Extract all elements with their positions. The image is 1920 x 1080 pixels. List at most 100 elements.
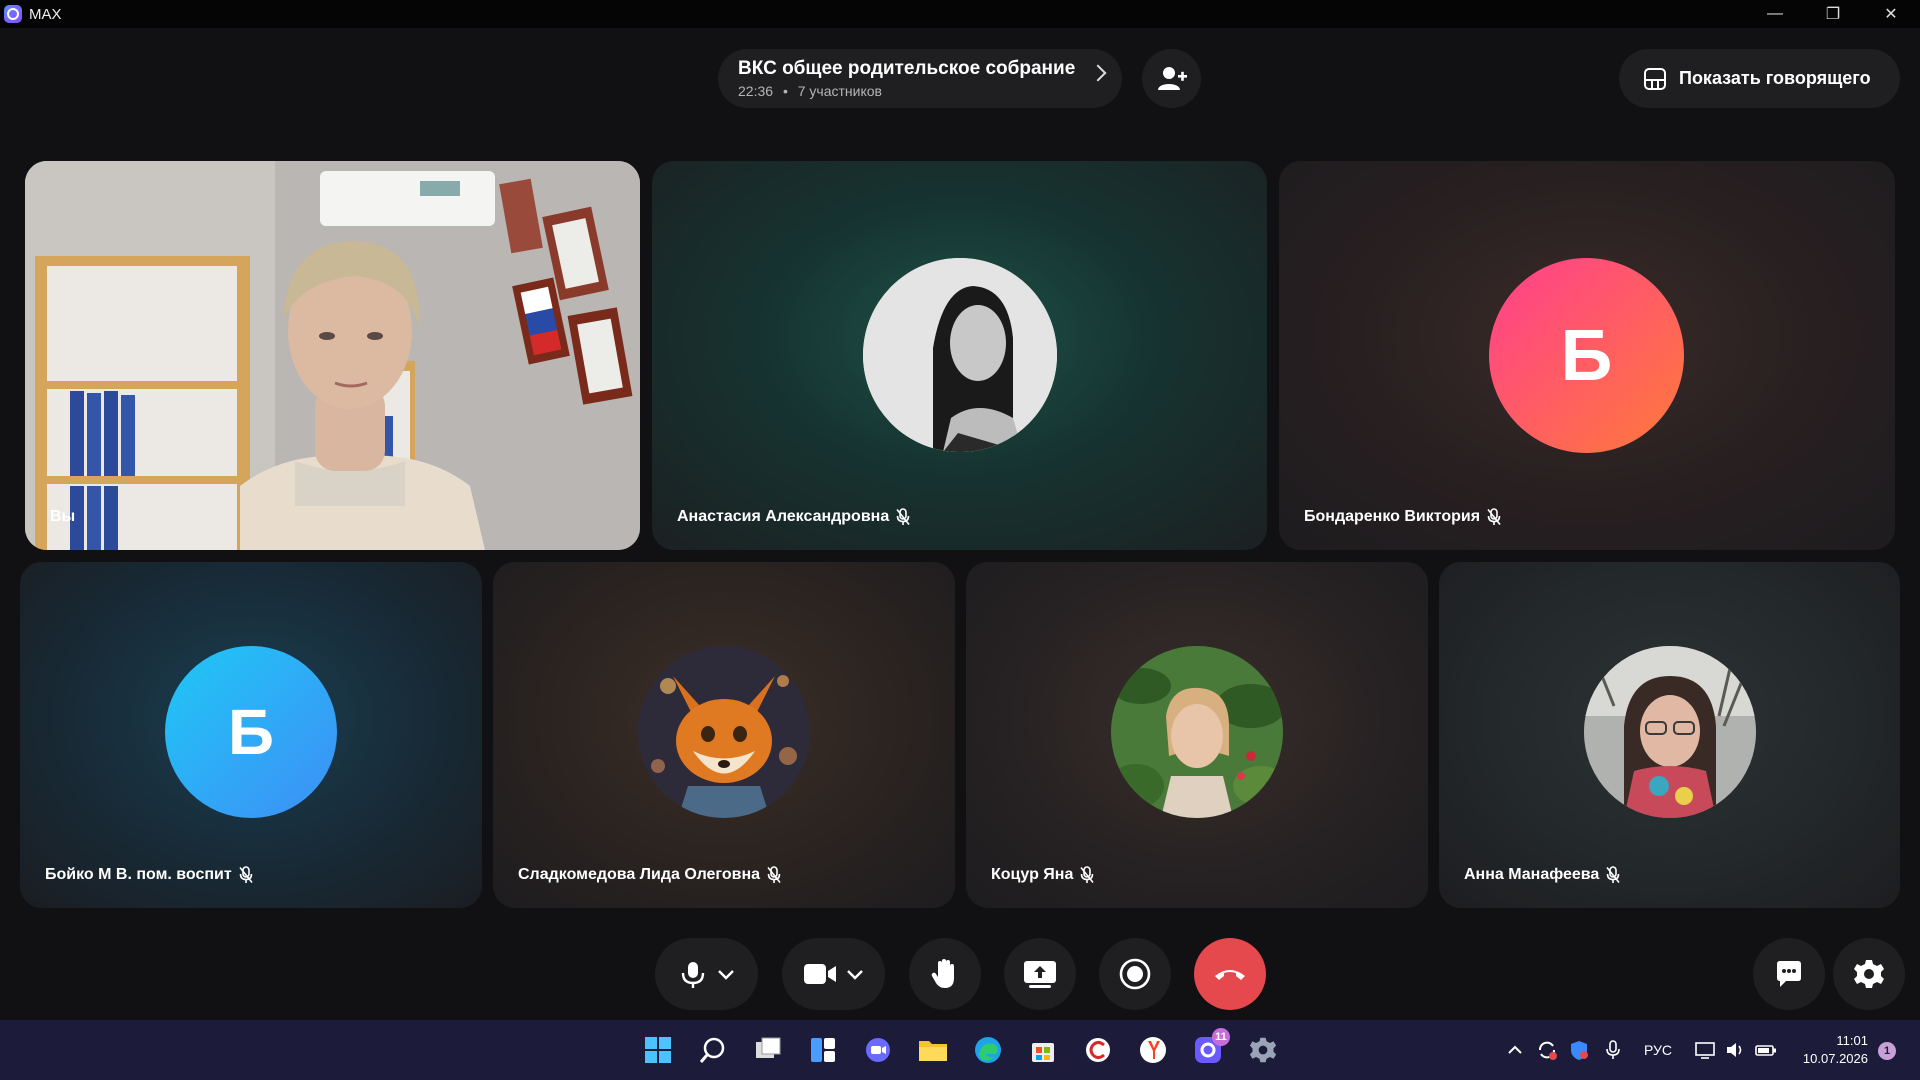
language-indicator[interactable]: РУС [1644,1042,1672,1058]
meta-separator: • [782,83,788,99]
minimize-button[interactable]: — [1746,0,1804,28]
video-chat-icon [866,1038,890,1062]
task-view-button[interactable] [752,1034,784,1066]
avatar-photo [1584,646,1756,818]
gear-icon [1249,1037,1277,1063]
participant-tile[interactable]: Анастасия Александровна [652,161,1267,550]
chevron-down-icon[interactable] [845,964,865,984]
chevron-down-icon[interactable] [716,964,736,984]
settings-app-button[interactable] [1247,1034,1279,1066]
end-call-button[interactable] [1194,938,1266,1010]
cleaner-icon [1086,1038,1110,1062]
mic-muted-icon [896,508,910,525]
teams-button[interactable] [862,1034,894,1066]
avatar: Б [165,646,337,818]
sync-icon[interactable] [1536,1039,1558,1061]
avatar-photo [863,258,1057,452]
clock[interactable]: 11:01 10.07.2026 [1803,1032,1868,1068]
max-app-button[interactable]: 11 [1192,1028,1230,1066]
participant-name-text: Анастасия Александровна [677,508,890,525]
record-icon [1119,958,1151,990]
raise-hand-icon [931,959,954,988]
participant-tile[interactable]: Коцур Яна [966,562,1428,908]
yandex-browser-button[interactable] [1137,1034,1169,1066]
layout-icon [1644,67,1666,90]
participant-tile[interactable]: Анна Манафеева [1439,562,1900,908]
participant-name-text: Анна Манафеева [1464,866,1600,883]
avatar-photo [638,646,810,818]
settings-button[interactable] [1833,938,1905,1010]
participant-name-text: Бойко М В. пом. воспит [45,866,232,883]
microphone-button[interactable] [655,938,758,1010]
network-icon[interactable] [1694,1039,1716,1061]
end-call-icon [1215,970,1245,980]
call-info-button[interactable]: ВКС общее родительское собрание 22:36 • … [718,49,1122,108]
avatar-photo [1111,646,1283,818]
battery-icon[interactable] [1754,1039,1778,1061]
edge-browser-icon [975,1037,1001,1063]
window-controls: — ❐ ✕ [1746,0,1920,28]
close-button[interactable]: ✕ [1862,0,1920,28]
system-tray: РУС [1500,1020,1778,1080]
avatar: Б [1489,258,1684,453]
widgets-button[interactable] [807,1034,839,1066]
avatar [863,258,1057,452]
video-camera-icon [803,964,836,984]
max-logo-icon [4,5,22,23]
participant-name: Вы [50,508,75,526]
participant-tile[interactable]: Б Бойко М В. пом. воспит [20,562,482,908]
mic-muted-icon [1606,866,1620,883]
participant-name: Коцур Яна [991,866,1095,884]
settings-icon [1854,960,1884,988]
add-user-icon [1157,66,1187,90]
notification-badge[interactable]: 1 [1878,1042,1896,1060]
avatar-initial: Б [228,696,274,768]
chevron-up-icon[interactable] [1506,1041,1524,1059]
windows-taskbar: 11 РУС 11:01 10.07.2026 1 [0,1020,1920,1080]
participant-tile-self[interactable]: Вы [25,161,640,550]
task-view-icon [756,1037,781,1058]
screen-share-icon [1024,961,1056,988]
windows-logo-icon [645,1037,671,1063]
microphone-tray-icon[interactable] [1604,1039,1622,1061]
store-button[interactable] [1027,1034,1059,1066]
raise-hand-button[interactable] [909,938,981,1010]
participant-name: Анастасия Александровна [677,508,911,526]
clock-date: 10.07.2026 [1802,1051,1868,1066]
participant-tile[interactable]: Сладкомедова Лида Олеговна [493,562,955,908]
clock-time: 11:01 [1836,1033,1868,1048]
record-button[interactable] [1099,938,1171,1010]
add-participant-button[interactable] [1142,49,1201,108]
participant-name: Бондаренко Виктория [1304,508,1502,526]
participant-tile[interactable]: Б Бондаренко Виктория [1279,161,1895,550]
mic-muted-icon [1080,866,1094,883]
volume-icon[interactable] [1724,1039,1746,1061]
participant-name-self: Вы [50,508,76,525]
share-screen-button[interactable] [1004,938,1076,1010]
mic-muted-icon [767,866,781,883]
search-button[interactable] [697,1034,729,1066]
chat-button[interactable] [1753,938,1825,1010]
widgets-icon [811,1038,835,1062]
edge-button[interactable] [972,1034,1004,1066]
folder-icon [919,1041,947,1061]
restore-button[interactable]: ❐ [1804,0,1862,28]
participant-name: Анна Манафеева [1464,866,1621,884]
security-shield-icon[interactable] [1568,1039,1590,1061]
camera-button[interactable] [782,938,885,1010]
file-explorer-button[interactable] [917,1034,949,1066]
search-icon [699,1037,725,1063]
show-speaker-button[interactable]: Показать говорящего [1619,49,1900,108]
store-icon [1032,1043,1054,1062]
mic-muted-icon [1487,508,1501,525]
start-button[interactable] [642,1034,674,1066]
avatar-initial: Б [1560,315,1613,396]
avatar [1584,646,1756,818]
avatar [638,646,810,818]
participant-name: Сладкомедова Лида Олеговна [518,866,782,884]
ccleaner-button[interactable] [1082,1034,1114,1066]
unread-badge: 11 [1212,1028,1230,1046]
chat-icon [1777,961,1801,987]
mic-muted-icon [239,866,253,883]
call-duration: 22:36 [738,83,774,99]
